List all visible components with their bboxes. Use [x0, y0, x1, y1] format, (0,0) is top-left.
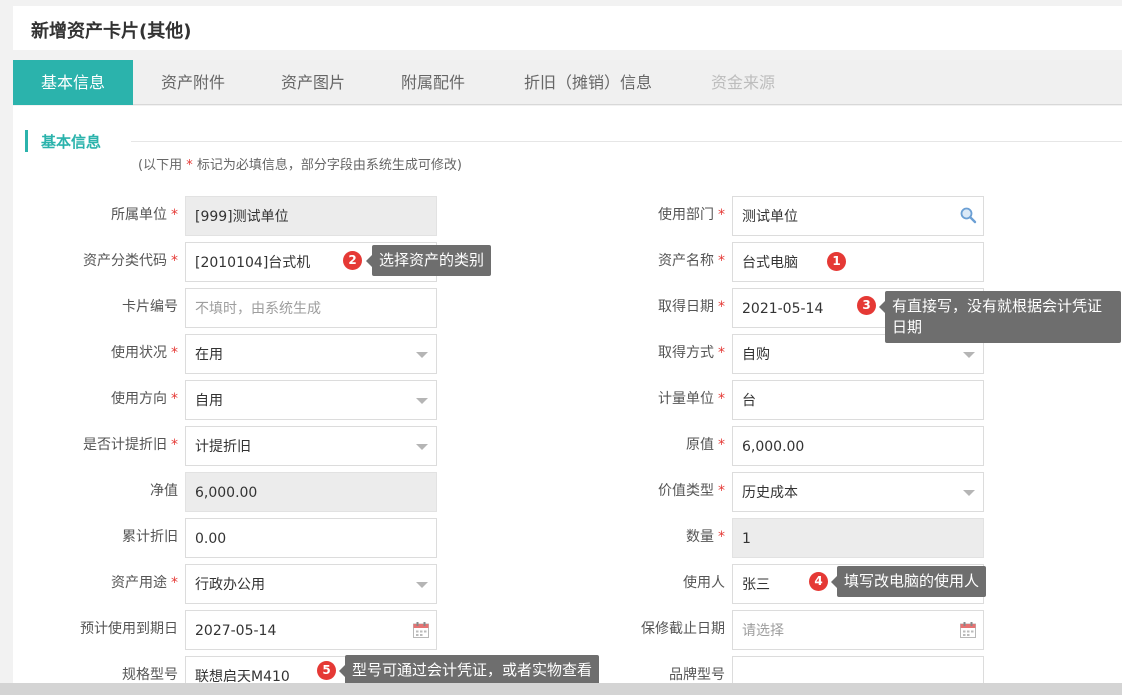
dropdown-caret-icon[interactable] [416, 398, 428, 404]
field-input-left-8[interactable]: 行政办公用 [185, 564, 437, 604]
annotation-badge-1: 1 [827, 252, 846, 271]
dropdown-caret-icon[interactable] [963, 490, 975, 496]
tab-fund-source: 资金来源 [710, 73, 775, 92]
field-label-right-8: 使用人 [683, 575, 725, 591]
dropdown-caret-icon[interactable] [963, 352, 975, 358]
required-star: * [171, 253, 178, 269]
required-note: (以下用 * 标记为必填信息，部分字段由系统生成可修改) [138, 158, 462, 173]
calendar-icon[interactable] [959, 621, 977, 639]
field-label-left-2: 卡片编号 [122, 299, 178, 315]
field-label-right-1: 资产名称 * [658, 253, 725, 269]
calendar-icon[interactable] [412, 621, 430, 639]
field-label-right-2: 取得日期 * [658, 299, 725, 315]
field-label-left-9: 预计使用到期日 [80, 621, 178, 637]
required-star: * [171, 391, 178, 407]
field-input-right-4[interactable]: 台 [732, 380, 984, 420]
field-input-left-7[interactable]: 0.00 [185, 518, 437, 558]
dropdown-caret-icon[interactable] [416, 352, 428, 358]
dropdown-caret-icon[interactable] [416, 444, 428, 450]
tab-bar: 基本信息 资产附件 资产图片 附属配件 折旧（摊销）信息 资金来源 [13, 60, 1122, 105]
tab-accessories[interactable]: 附属配件 [373, 60, 493, 105]
field-label-right-6: 价值类型 * [658, 483, 725, 499]
annotation-tip-4: 填写改电脑的使用人 [830, 566, 987, 597]
section-title: 基本信息 [41, 133, 102, 151]
field-input-right-7: 1 [732, 518, 984, 558]
field-label-left-0: 所属单位 * [111, 207, 178, 223]
required-star: * [718, 299, 725, 315]
required-star: * [718, 345, 725, 361]
horizontal-scrollbar[interactable] [0, 683, 1122, 695]
required-star: * [171, 345, 178, 361]
tab-basic-info[interactable]: 基本信息 [13, 60, 133, 105]
field-label-right-0: 使用部门 * [658, 207, 725, 223]
field-label-left-4: 使用方向 * [111, 391, 178, 407]
field-label-right-5: 原值 * [686, 437, 725, 453]
field-label-right-9: 保修截止日期 [641, 621, 725, 637]
required-star: * [718, 391, 725, 407]
annotation-badge-2: 2 [343, 251, 362, 270]
annotation-tip-2: 选择资产的类别 [365, 245, 492, 276]
annotation-tip-5: 型号可通过会计凭证，或者实物查看 [338, 655, 600, 686]
search-icon[interactable] [959, 206, 977, 224]
field-label-left-6: 净值 [150, 483, 178, 499]
required-star: * [718, 529, 725, 545]
required-star: * [718, 207, 725, 223]
field-input-left-6: 6,000.00 [185, 472, 437, 512]
field-input-left-4[interactable]: 自用 [185, 380, 437, 420]
annotation-badge-5: 5 [317, 661, 336, 680]
field-input-right-1[interactable]: 台式电脑 [732, 242, 984, 282]
field-input-right-9[interactable]: 请选择 [732, 610, 984, 650]
required-star: * [718, 253, 725, 269]
required-star: * [171, 207, 178, 223]
page-header: 新增资产卡片(其他) [13, 6, 1122, 50]
field-label-left-8: 资产用途 * [111, 575, 178, 591]
field-input-right-0[interactable]: 测试单位 [732, 196, 984, 236]
field-input-left-2[interactable]: 不填时，由系统生成 [185, 288, 437, 328]
page-title: 新增资产卡片(其他) [31, 21, 192, 42]
field-input-left-3[interactable]: 在用 [185, 334, 437, 374]
dropdown-caret-icon[interactable] [416, 582, 428, 588]
field-input-left-9[interactable]: 2027-05-14 [185, 610, 437, 650]
annotation-badge-4: 4 [809, 572, 828, 591]
field-input-right-6[interactable]: 历史成本 [732, 472, 984, 512]
field-label-right-3: 取得方式 * [658, 345, 725, 361]
field-label-left-1: 资产分类代码 * [83, 253, 178, 269]
field-label-right-4: 计量单位 * [658, 391, 725, 407]
required-star: * [171, 575, 178, 591]
field-input-left-0: [999]测试单位 [185, 196, 437, 236]
field-label-left-5: 是否计提折旧 * [83, 437, 178, 453]
annotation-tip-3: 有直接写，没有就根据会计凭证 日期 [879, 291, 1121, 343]
annotation-badge-3: 3 [857, 296, 876, 315]
required-star: * [171, 437, 178, 453]
section-divider [131, 141, 1122, 142]
field-label-right-7: 数量 * [686, 529, 725, 545]
required-star: * [718, 483, 725, 499]
tab-depreciation[interactable]: 折旧（摊销）信息 [493, 60, 683, 105]
field-input-left-5[interactable]: 计提折旧 [185, 426, 437, 466]
field-label-left-7: 累计折旧 [122, 529, 178, 545]
tab-images[interactable]: 资产图片 [253, 60, 373, 105]
field-label-left-3: 使用状况 * [111, 345, 178, 361]
required-star: * [718, 437, 725, 453]
section-marker [25, 130, 28, 152]
field-input-right-5[interactable]: 6,000.00 [732, 426, 984, 466]
tab-attachments[interactable]: 资产附件 [133, 60, 253, 105]
field-label-left-10: 规格型号 [122, 667, 178, 683]
